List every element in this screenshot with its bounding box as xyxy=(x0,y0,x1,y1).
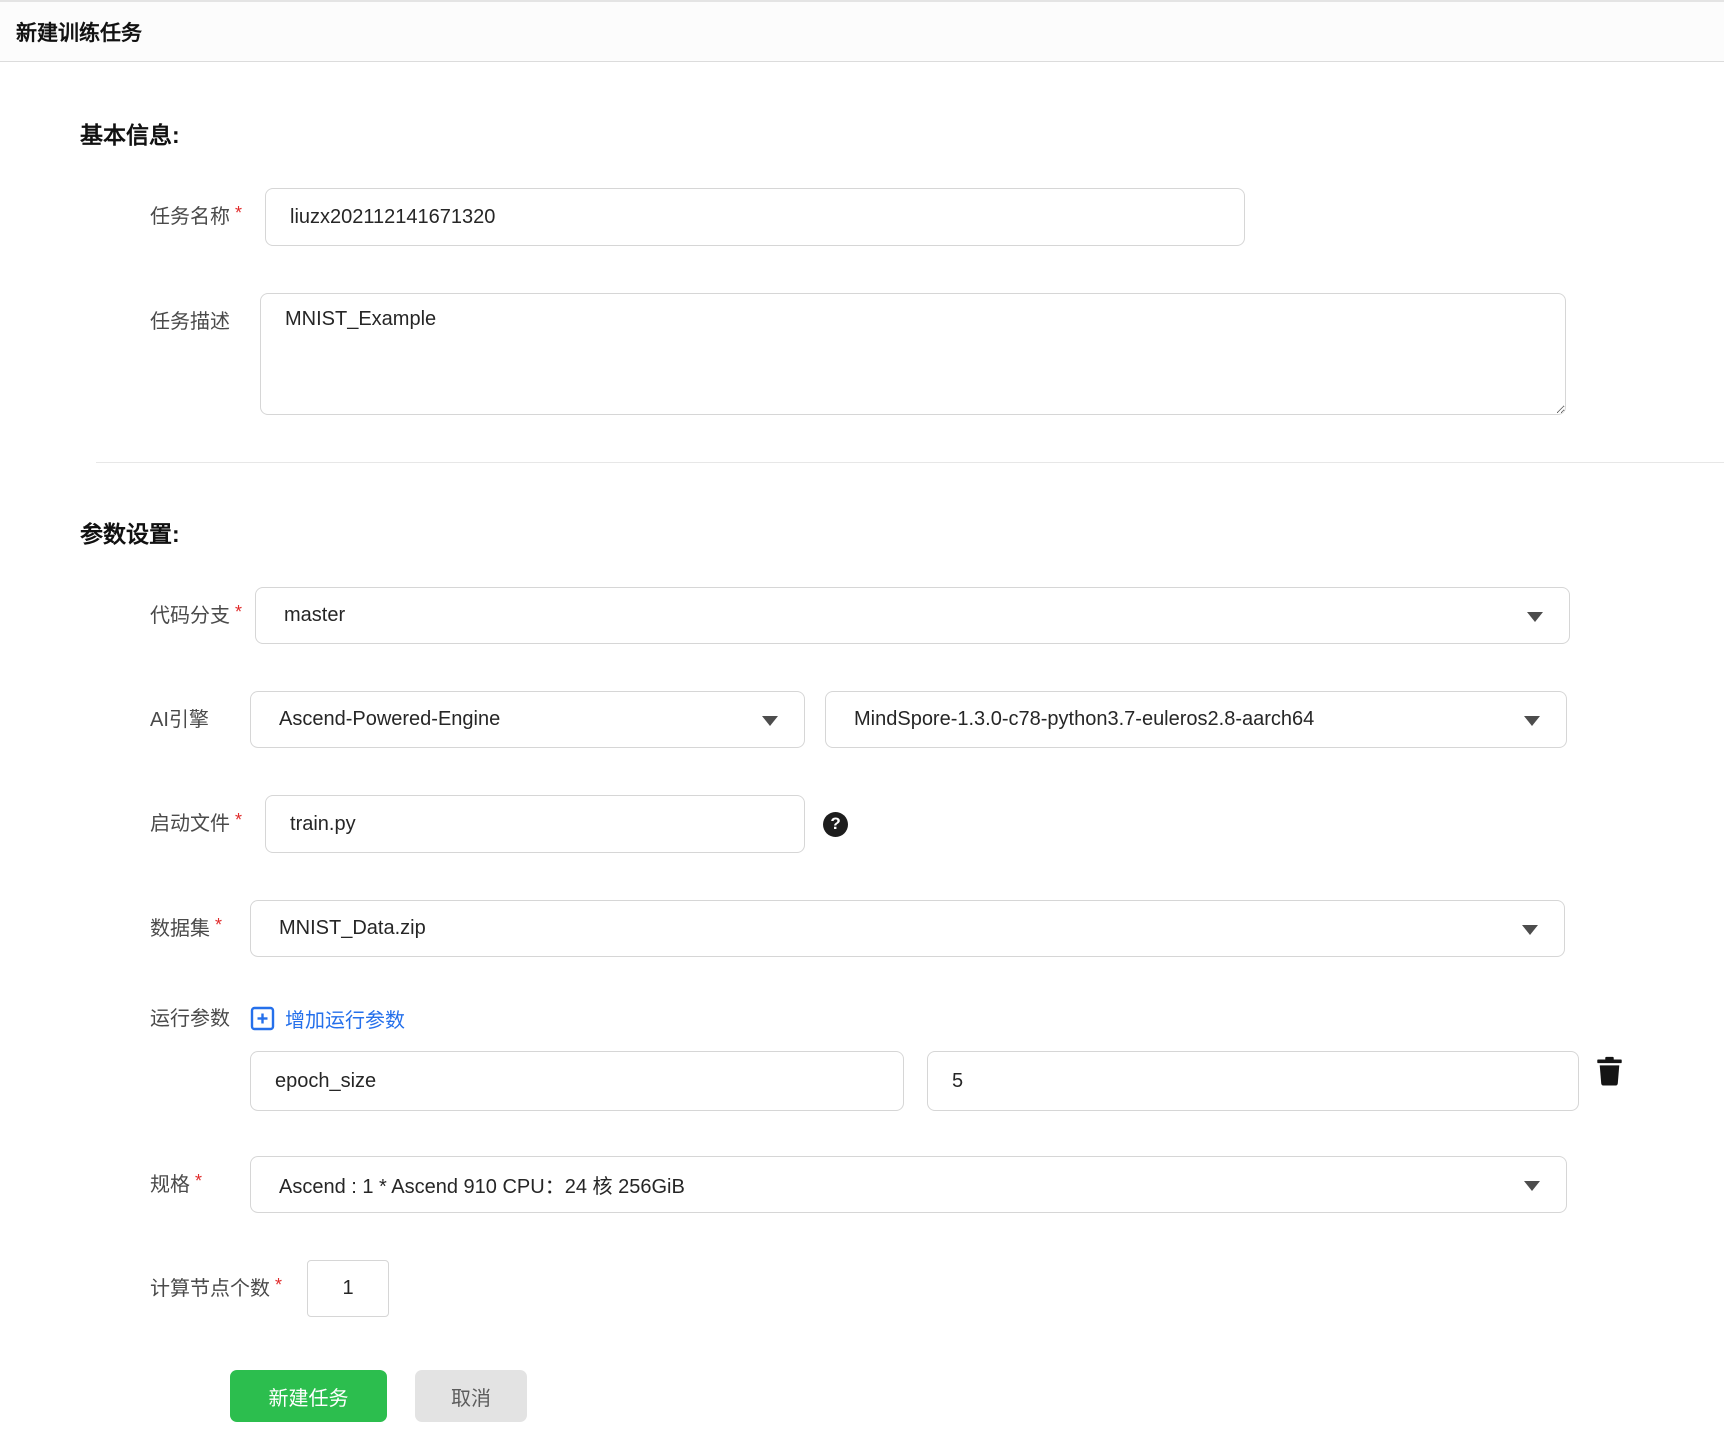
submit-button[interactable]: 新建任务 xyxy=(230,1370,387,1422)
section-divider xyxy=(96,462,1724,463)
chevron-down-icon xyxy=(1527,611,1544,622)
required-asterisk: * xyxy=(275,1274,283,1295)
ai-engine-select[interactable]: Ascend-Powered-Engine xyxy=(250,691,805,748)
run-param-value-input[interactable] xyxy=(927,1051,1579,1111)
required-asterisk: * xyxy=(235,601,243,622)
engine-version-value: MindSpore-1.3.0-c78-python3.7-euleros2.8… xyxy=(854,708,1315,730)
page-title: 新建训练任务 xyxy=(16,21,142,45)
task-name-input[interactable] xyxy=(265,188,1246,246)
code-branch-row: 代码分支 * master xyxy=(150,587,1724,644)
chevron-down-icon xyxy=(1524,1180,1540,1191)
dataset-label: 数据集 * xyxy=(150,914,250,942)
dataset-select[interactable]: MNIST_Data.zip xyxy=(250,900,1565,957)
add-run-param-label: 增加运行参数 xyxy=(285,1010,405,1032)
required-asterisk: * xyxy=(215,914,223,935)
code-branch-select[interactable]: master xyxy=(255,587,1571,644)
dataset-value: MNIST_Data.zip xyxy=(279,917,426,939)
run-param-key-input[interactable] xyxy=(250,1051,904,1111)
boot-file-label-text: 启动文件 xyxy=(150,813,230,835)
node-count-input[interactable] xyxy=(307,1260,390,1317)
code-branch-label: 代码分支 * xyxy=(150,601,255,629)
task-desc-label-text: 任务描述 xyxy=(150,311,230,333)
spec-row: 规格 * Ascend : 1 * Ascend 910 CPU：24 核 256… xyxy=(150,1156,1724,1213)
plus-square-icon xyxy=(250,1006,275,1031)
task-name-row: 任务名称 * xyxy=(150,188,1724,246)
delete-param-button[interactable] xyxy=(1596,1056,1623,1086)
page-header: 新建训练任务 xyxy=(0,0,1724,62)
spec-select[interactable]: Ascend : 1 * Ascend 910 CPU：24 核 256GiB xyxy=(250,1156,1567,1213)
trash-icon xyxy=(1597,1056,1622,1086)
node-count-row: 计算节点个数 * xyxy=(150,1260,1724,1317)
dataset-row: 数据集 * MNIST_Data.zip xyxy=(150,900,1724,957)
required-asterisk: * xyxy=(235,203,243,223)
required-asterisk: * xyxy=(195,1170,203,1191)
run-params-label: 运行参数 xyxy=(150,1006,250,1032)
node-count-label-text: 计算节点个数 xyxy=(150,1277,270,1300)
spec-label: 规格 * xyxy=(150,1170,250,1198)
code-branch-label-text: 代码分支 xyxy=(150,604,230,627)
boot-file-label: 启动文件 * xyxy=(150,810,255,837)
run-params-label-text: 运行参数 xyxy=(150,1007,230,1030)
node-count-label: 计算节点个数 * xyxy=(150,1274,295,1302)
ai-engine-label-text: AI引擎 xyxy=(150,708,209,731)
basic-info-heading: 基本信息: xyxy=(80,122,180,148)
task-name-label: 任务名称 * xyxy=(150,203,255,230)
add-run-param-link[interactable]: 增加运行参数 xyxy=(250,1004,405,1033)
run-param-entry-row xyxy=(150,1051,1724,1111)
chevron-down-icon xyxy=(1524,715,1540,726)
boot-file-input[interactable] xyxy=(265,795,806,853)
boot-file-row: 启动文件* ? xyxy=(150,795,1724,853)
ai-engine-label: AI引擎 xyxy=(150,707,250,733)
task-name-label-text: 任务名称 xyxy=(150,206,230,228)
run-params-row: 运行参数 增加运行参数 xyxy=(150,1004,1724,1033)
spec-label-text: 规格 xyxy=(150,1173,190,1196)
help-icon[interactable]: ? xyxy=(823,811,849,837)
dataset-label-text: 数据集 xyxy=(150,917,210,940)
params-heading: 参数设置: xyxy=(80,521,180,547)
cancel-button[interactable]: 取消 xyxy=(415,1370,527,1422)
task-desc-label: 任务描述 xyxy=(150,309,250,335)
task-desc-textarea[interactable]: MNIST_Example xyxy=(260,293,1566,415)
form-content: 基本信息: 任务名称* 任务描述 MNIST_Example 参数设置: 代码分… xyxy=(0,62,1724,1422)
required-asterisk: * xyxy=(235,810,243,830)
task-desc-row: 任务描述 MNIST_Example xyxy=(150,293,1724,415)
chevron-down-icon xyxy=(762,715,778,726)
spec-value: Ascend : 1 * Ascend 910 CPU：24 核 256GiB xyxy=(279,1176,685,1198)
actions-row: 新建任务 取消 xyxy=(230,1370,1724,1422)
ai-engine-row: AI引擎 Ascend-Powered-Engine MindSpore-1.3… xyxy=(150,691,1724,748)
chevron-down-icon xyxy=(1522,924,1538,935)
ai-engine-value: Ascend-Powered-Engine xyxy=(279,708,501,730)
code-branch-value: master xyxy=(284,604,346,626)
engine-version-select[interactable]: MindSpore-1.3.0-c78-python3.7-euleros2.8… xyxy=(825,691,1567,748)
